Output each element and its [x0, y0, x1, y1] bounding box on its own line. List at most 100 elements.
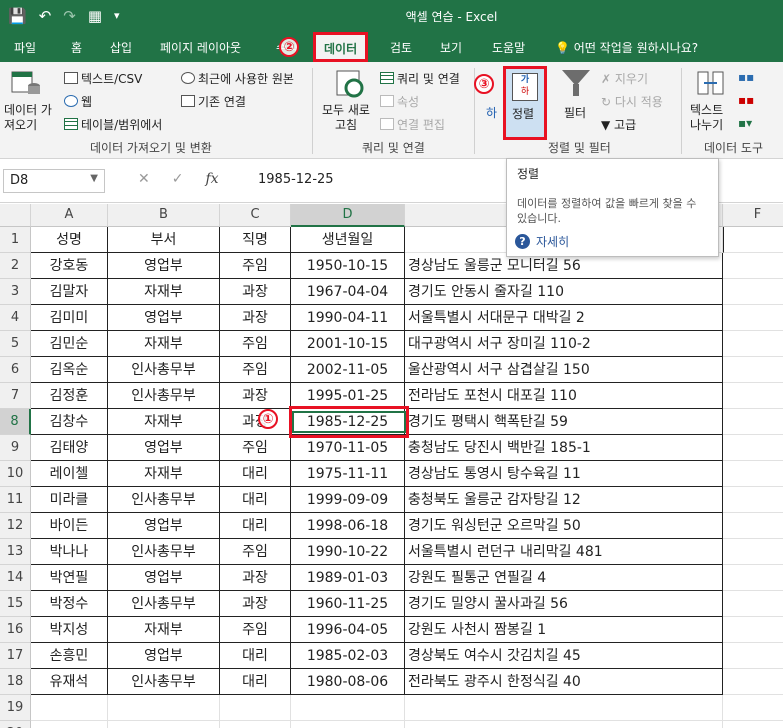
row-header[interactable]: 18	[0, 669, 31, 695]
tab-page-layout[interactable]: 페이지 레이아웃	[160, 39, 241, 56]
empty-cell[interactable]	[220, 695, 291, 721]
empty-cell[interactable]	[108, 721, 220, 728]
empty-cell[interactable]	[108, 695, 220, 721]
row-header[interactable]: 11	[0, 487, 31, 513]
table-cell[interactable]: 대구광역시 서구 장미길 110-2	[405, 331, 723, 357]
table-cell[interactable]: 과장	[220, 409, 291, 435]
table-cell[interactable]: 김미미	[31, 305, 108, 331]
tab-help[interactable]: 도움말	[492, 39, 525, 56]
empty-cell[interactable]	[723, 539, 783, 565]
table-cell[interactable]: 바이든	[31, 513, 108, 539]
from-web-button[interactable]: 웹	[64, 93, 92, 110]
table-cell[interactable]: 주임	[220, 435, 291, 461]
tooltip-help-link[interactable]: ? 자세히	[515, 233, 569, 250]
table-cell[interactable]: 1989-01-03	[291, 565, 405, 591]
row-header[interactable]: 2	[0, 253, 31, 279]
table-cell[interactable]: 1999-09-09	[291, 487, 405, 513]
formula-input[interactable]: 1985-12-25	[248, 169, 508, 193]
row-header[interactable]: 8	[0, 409, 31, 435]
flash-fill-icon[interactable]: ▪▪	[738, 70, 754, 84]
table-cell[interactable]: 1960-11-25	[291, 591, 405, 617]
from-table-range-button[interactable]: 테이블/범위에서	[64, 116, 162, 133]
table-cell[interactable]: 미라클	[31, 487, 108, 513]
empty-cell[interactable]	[723, 227, 783, 253]
tab-home[interactable]: 홈	[71, 39, 82, 56]
table-cell[interactable]: 주임	[220, 357, 291, 383]
header-cell[interactable]: 부서	[108, 227, 220, 253]
table-cell[interactable]: 강호동	[31, 253, 108, 279]
advanced-filter-button[interactable]: ▼ 고급	[601, 116, 636, 133]
column-header-a[interactable]: A	[31, 204, 108, 227]
table-cell[interactable]: 인사총무부	[108, 591, 220, 617]
row-header[interactable]: 14	[0, 565, 31, 591]
row-header[interactable]: 5	[0, 331, 31, 357]
table-cell[interactable]: 주임	[220, 617, 291, 643]
table-cell[interactable]: 1990-10-22	[291, 539, 405, 565]
sort-button[interactable]: 가하 정렬	[503, 66, 547, 140]
data-validation-icon[interactable]: ▪▾	[738, 116, 752, 130]
column-header-d[interactable]: D	[291, 204, 405, 227]
column-header-b[interactable]: B	[108, 204, 220, 227]
remove-duplicates-icon[interactable]: ▪▪	[738, 93, 754, 107]
name-box[interactable]: D8 ▼	[3, 169, 105, 193]
properties-button[interactable]: 속성	[380, 93, 419, 110]
header-cell[interactable]: 직명	[220, 227, 291, 253]
table-cell[interactable]: 김민순	[31, 331, 108, 357]
existing-connections-button[interactable]: 기존 연결	[181, 93, 246, 110]
table-cell[interactable]: 대리	[220, 513, 291, 539]
row-header[interactable]: 10	[0, 461, 31, 487]
table-cell[interactable]: 김옥순	[31, 357, 108, 383]
table-cell[interactable]: 인사총무부	[108, 357, 220, 383]
table-cell[interactable]: 과장	[220, 591, 291, 617]
table-cell[interactable]: 과장	[220, 565, 291, 591]
recent-sources-button[interactable]: 최근에 사용한 원본	[181, 70, 294, 87]
table-cell[interactable]: 경상북도 여수시 갓김치길 45	[405, 643, 723, 669]
table-cell[interactable]: 1970-11-05	[291, 435, 405, 461]
row-header[interactable]: 15	[0, 591, 31, 617]
table-cell[interactable]: 강원도 필통군 연필길 4	[405, 565, 723, 591]
table-cell[interactable]: 주임	[220, 253, 291, 279]
table-cell[interactable]: 1996-04-05	[291, 617, 405, 643]
empty-cell[interactable]	[723, 409, 783, 435]
table-cell[interactable]: 박정수	[31, 591, 108, 617]
table-cell[interactable]: 대리	[220, 669, 291, 695]
table-cell[interactable]: 경상남도 통영시 탕수육길 11	[405, 461, 723, 487]
column-header-c[interactable]: C	[220, 204, 291, 227]
row-header[interactable]: 3	[0, 279, 31, 305]
table-cell[interactable]: 울산광역시 서구 삼겹살길 150	[405, 357, 723, 383]
table-cell[interactable]: 인사총무부	[108, 669, 220, 695]
enter-icon[interactable]: ✓	[172, 171, 184, 187]
table-cell[interactable]: 인사총무부	[108, 383, 220, 409]
tab-data[interactable]: 데이터	[313, 32, 369, 62]
empty-cell[interactable]	[723, 279, 783, 305]
empty-cell[interactable]	[220, 721, 291, 728]
empty-cell[interactable]	[31, 695, 108, 721]
row-header[interactable]: 13	[0, 539, 31, 565]
queries-connections-button[interactable]: 쿼리 및 연결	[380, 70, 460, 87]
cancel-icon[interactable]: ✕	[138, 171, 150, 187]
table-cell[interactable]: 유재석	[31, 669, 108, 695]
empty-cell[interactable]	[723, 669, 783, 695]
table-cell[interactable]: 1985-02-03	[291, 643, 405, 669]
empty-cell[interactable]	[723, 513, 783, 539]
from-text-csv-button[interactable]: 텍스트/CSV	[64, 70, 142, 87]
table-cell[interactable]: 충청남도 당진시 백반길 185-1	[405, 435, 723, 461]
empty-cell[interactable]	[723, 461, 783, 487]
table-cell[interactable]: 대리	[220, 643, 291, 669]
row-header[interactable]: 4	[0, 305, 31, 331]
table-cell[interactable]: 전라북도 광주시 한정식길 40	[405, 669, 723, 695]
table-cell[interactable]: 1998-06-18	[291, 513, 405, 539]
row-header[interactable]: 6	[0, 357, 31, 383]
row-header[interactable]: 7	[0, 383, 31, 409]
table-cell[interactable]: 전라남도 포천시 대포길 110	[405, 383, 723, 409]
row-header[interactable]: 12	[0, 513, 31, 539]
empty-cell[interactable]	[723, 383, 783, 409]
tab-insert[interactable]: 삽입	[110, 39, 132, 56]
table-cell[interactable]: 2001-10-15	[291, 331, 405, 357]
table-cell[interactable]: 강원도 사천시 짬봉길 1	[405, 617, 723, 643]
tab-file[interactable]: 파일	[14, 39, 36, 56]
table-cell[interactable]: 서울특별시 런던구 내리막길 481	[405, 539, 723, 565]
empty-cell[interactable]	[31, 721, 108, 728]
empty-cell[interactable]	[723, 591, 783, 617]
table-cell[interactable]: 과장	[220, 305, 291, 331]
